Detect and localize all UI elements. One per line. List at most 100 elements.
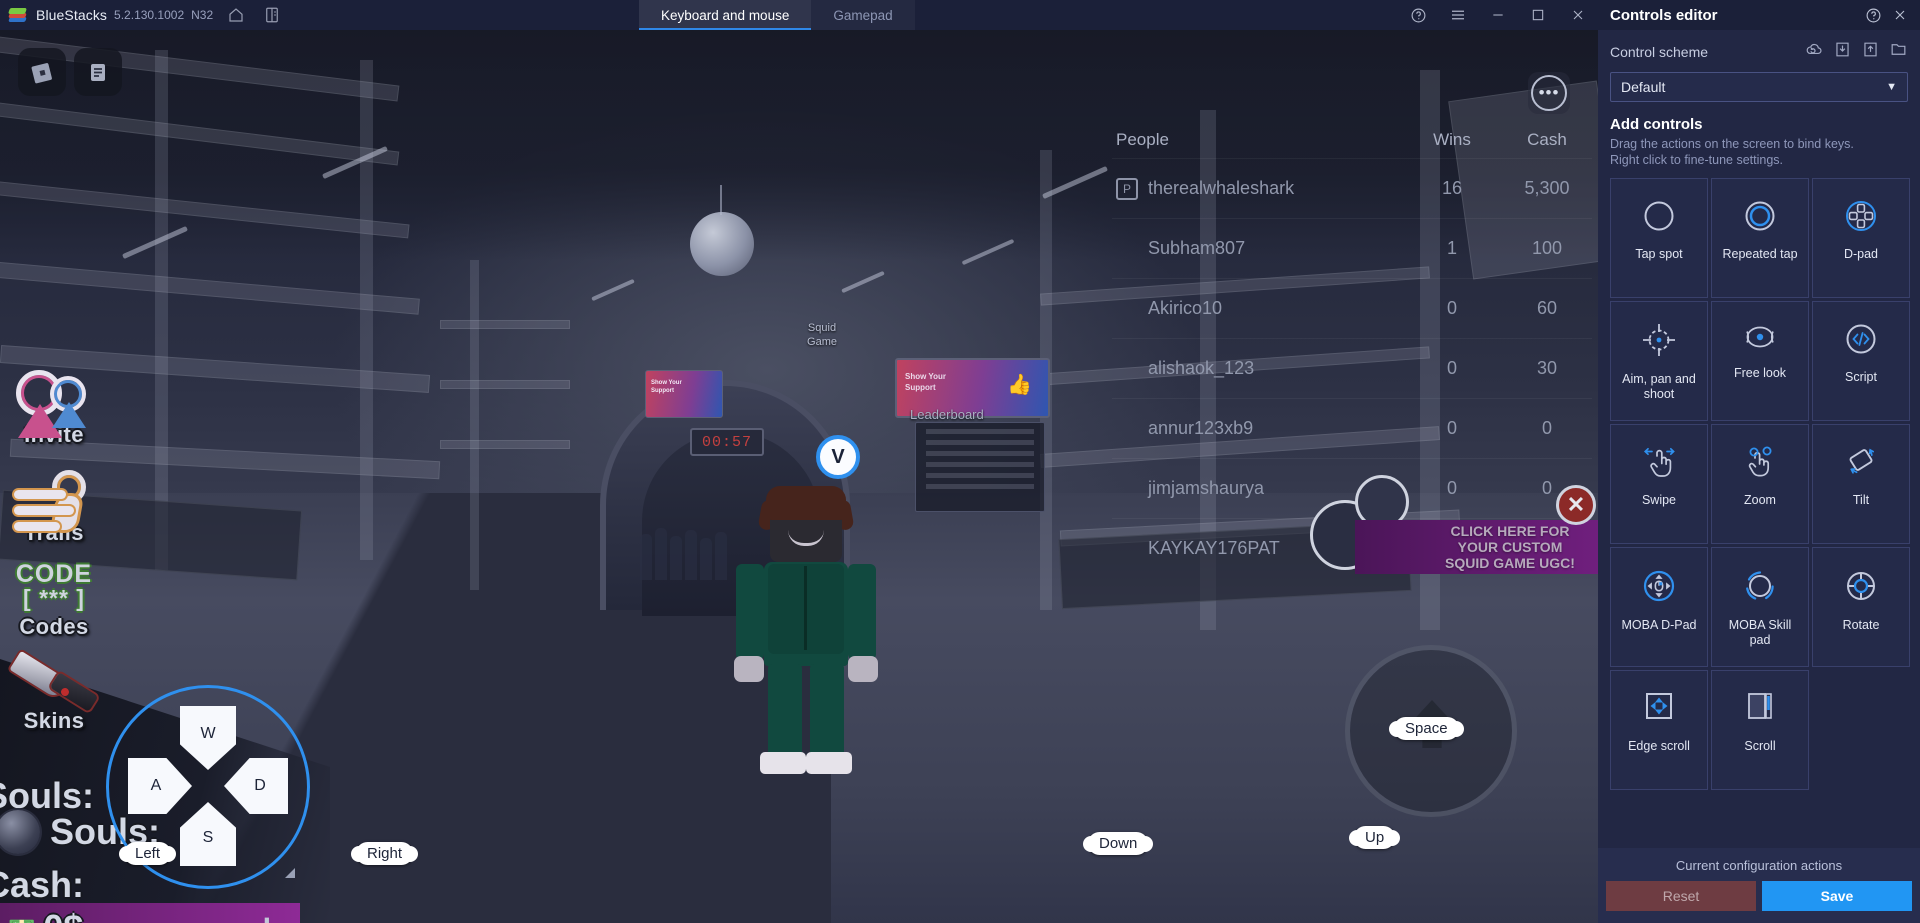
dpad-resize-handle[interactable]	[285, 868, 295, 878]
table-row: P therealwhaleshark 16 5,300	[1112, 158, 1592, 218]
sidebar-item-codes[interactable]: CODE [ *** ] Codes	[0, 560, 114, 640]
window-controls	[1398, 0, 1598, 30]
moba-skill-pad-icon	[1740, 566, 1780, 606]
control-tile-edge-scroll[interactable]: Edge scroll	[1610, 670, 1708, 790]
leaderboard-wins: 16	[1441, 178, 1463, 198]
add-controls-title: Add controls	[1610, 116, 1703, 133]
control-tile-script[interactable]: Script	[1812, 301, 1910, 421]
premium-badge-icon: P	[1116, 177, 1138, 200]
app-name: BlueStacks	[36, 7, 108, 23]
rotate-icon	[1841, 566, 1881, 606]
control-tile-rotate[interactable]: Rotate	[1812, 547, 1910, 667]
dpad-key-d[interactable]: D	[224, 758, 288, 814]
hanging-orb	[690, 212, 754, 276]
key-down[interactable]: Down	[1082, 832, 1154, 855]
minimize-icon[interactable]	[1478, 0, 1518, 30]
open-folder-icon[interactable]	[1889, 40, 1908, 64]
leaderboard-cash: 30	[1536, 358, 1558, 378]
control-tile-scroll[interactable]: Scroll	[1711, 670, 1809, 790]
home-icon[interactable]	[223, 2, 249, 28]
sidebar-item-trails[interactable]: Trails	[0, 468, 114, 546]
control-tile-edge-scroll-label: Edge scroll	[1628, 739, 1690, 753]
control-tile-moba-dpad[interactable]: MOBA D-Pad	[1610, 547, 1708, 667]
leaderboard-col-wins: Wins	[1433, 130, 1471, 149]
key-right[interactable]: Right	[350, 842, 419, 865]
control-tile-aim-pan-shoot[interactable]: Aim, pan and shoot	[1610, 301, 1708, 421]
moba-dpad-icon	[1639, 566, 1679, 606]
maximize-icon[interactable]	[1518, 0, 1558, 30]
leaderboard-wins: 0	[1446, 418, 1457, 438]
control-tile-moba-skill-pad[interactable]: MOBA Skill pad	[1711, 547, 1809, 667]
sidebar-item-skins[interactable]: Skins	[0, 650, 114, 734]
dpad-key-a[interactable]: A	[128, 758, 192, 814]
ellipsis-icon: •••	[1531, 75, 1567, 111]
key-up[interactable]: Up	[1348, 826, 1401, 849]
leaderboard-wins: 1	[1446, 238, 1457, 258]
dpad-key-w[interactable]: W	[180, 706, 236, 770]
page-title: Controls editor	[1610, 6, 1718, 24]
control-tile-tap-spot[interactable]: Tap spot	[1610, 178, 1708, 298]
roblox-logo-icon[interactable]	[18, 48, 66, 96]
close-icon[interactable]	[1892, 7, 1908, 23]
tab-keyboard-and-mouse[interactable]: Keyboard and mouse	[639, 0, 812, 30]
game-viewport[interactable]: 00:57 Squid Game Show Your Support Show Y…	[0, 30, 1598, 923]
restore-cloud-icon[interactable]	[1805, 40, 1824, 64]
control-tile-scroll-label: Scroll	[1744, 739, 1776, 753]
input-mode-tabs[interactable]: Keyboard and mouse Gamepad	[639, 0, 915, 30]
leaderboard-col-people: People	[1116, 130, 1169, 149]
export-icon[interactable]	[1861, 40, 1880, 64]
knife-skin-icon	[7, 650, 101, 716]
leaderboard-wins: 0	[1446, 358, 1457, 378]
control-tile-swipe[interactable]: Swipe	[1610, 424, 1708, 544]
table-row: annur123xb9 0 0	[1112, 398, 1592, 458]
leaderboard-name: Subham807	[1148, 238, 1246, 258]
control-tile-zoom[interactable]: Zoom	[1711, 424, 1809, 544]
hamburger-menu-icon[interactable]	[1438, 0, 1478, 30]
instance-name: N32	[191, 8, 214, 22]
control-tile-d-pad[interactable]: D-pad	[1812, 178, 1910, 298]
door-timer: 00:57	[690, 428, 764, 456]
leaderboard-cash: 5,300	[1524, 178, 1570, 198]
multi-instance-icon[interactable]	[259, 2, 285, 28]
control-tile-rotate-label: Rotate	[1842, 618, 1880, 632]
chat-icon[interactable]	[74, 48, 122, 96]
cash-value: 0$	[43, 907, 83, 923]
codes-art-line2: [ *** ]	[23, 585, 85, 611]
souls-orb-icon	[0, 810, 40, 854]
help-icon[interactable]	[1865, 7, 1882, 24]
control-scheme-section: Control scheme Default ▼ Add controls Dr…	[1598, 30, 1920, 168]
ugc-banner-line1: CLICK HERE FOR	[1450, 523, 1570, 539]
table-row: alishaok_123 0 30	[1112, 338, 1592, 398]
reset-button[interactable]: Reset	[1606, 881, 1756, 911]
control-tile-free-look-label: Free look	[1733, 366, 1787, 380]
dpad-key-s[interactable]: S	[180, 802, 236, 866]
more-options-button[interactable]: •••	[1528, 72, 1570, 114]
world-leaderboard-board	[915, 422, 1045, 512]
control-tile-repeated-tap[interactable]: Repeated tap	[1711, 178, 1809, 298]
tab-gamepad[interactable]: Gamepad	[811, 0, 914, 30]
sidebar-item-invite[interactable]: Invite	[0, 368, 114, 448]
tap-spot-icon	[1640, 197, 1678, 235]
plus-icon[interactable]: +	[256, 909, 278, 923]
import-icon[interactable]	[1833, 40, 1852, 64]
key-space[interactable]: Space	[1389, 717, 1464, 740]
shelf-plank	[440, 380, 570, 389]
key-left[interactable]: Left	[118, 842, 177, 865]
cash-bar[interactable]: 💵 0$ +	[0, 903, 300, 923]
zoom-icon	[1740, 443, 1780, 481]
help-icon[interactable]	[1398, 0, 1438, 30]
control-scheme-dropdown[interactable]: Default ▼	[1610, 72, 1908, 102]
control-tile-free-look[interactable]: Free look	[1711, 301, 1809, 421]
money-icon: 💵	[8, 915, 35, 923]
control-tile-tilt[interactable]: Tilt	[1812, 424, 1910, 544]
close-x-icon[interactable]: ✕	[1556, 485, 1596, 525]
table-row: Akirico10 0 60	[1112, 278, 1592, 338]
ugc-promo-banner[interactable]: CLICK HERE FOR YOUR CUSTOM SQUID GAME UG…	[1355, 520, 1598, 574]
leaderboard-name: annur123xb9	[1148, 418, 1254, 438]
leaderboard-name: KAYKAY176PAT	[1148, 538, 1280, 558]
close-icon[interactable]	[1558, 0, 1598, 30]
ugc-banner-line3: SQUID GAME UGC!	[1445, 555, 1575, 571]
save-button[interactable]: Save	[1762, 881, 1912, 911]
shelf-post	[470, 260, 479, 590]
controls-editor-footer: Current configuration actions Reset Save	[1598, 848, 1920, 923]
